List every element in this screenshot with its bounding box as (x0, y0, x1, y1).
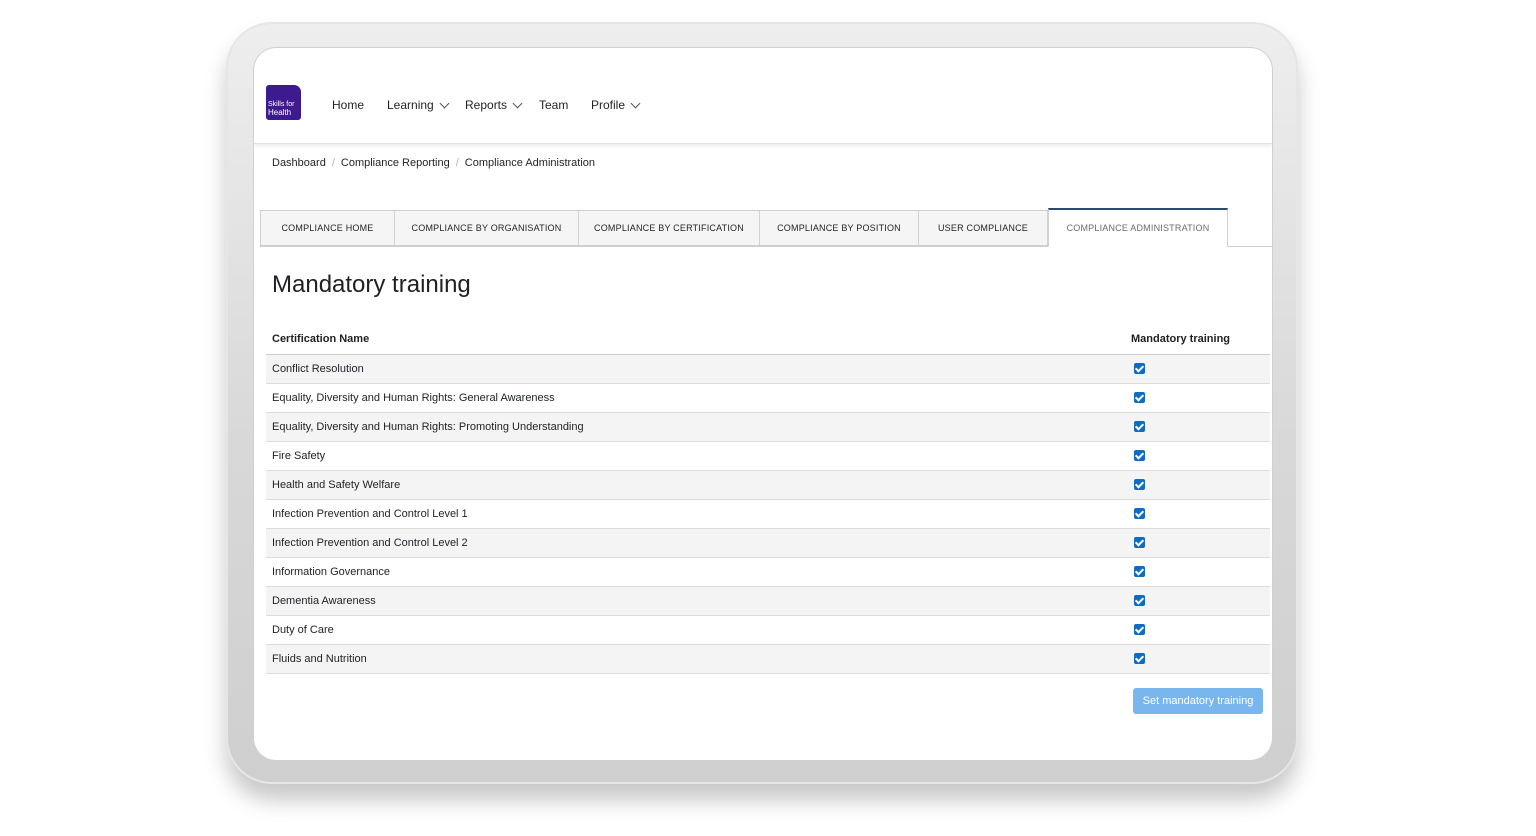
column-header-certification-name: Certification Name (272, 333, 370, 345)
breadcrumb-separator: / (331, 157, 335, 169)
tab-compliance-home[interactable]: COMPLIANCE HOME (260, 210, 395, 246)
nav-home[interactable]: Home (332, 98, 364, 112)
app-screen: Skills for Health Home Learning Reports … (254, 48, 1272, 760)
table-row: Infection Prevention and Control Level 2 (266, 529, 1270, 558)
nav-reports-label: Reports (465, 98, 508, 112)
certification-name: Health and Safety Welfare (272, 479, 401, 491)
mandatory-checkbox[interactable] (1134, 566, 1145, 577)
table-row: Infection Prevention and Control Level 1 (266, 500, 1270, 529)
nav-home-label: Home (332, 98, 365, 112)
table-row: Conflict Resolution (266, 355, 1270, 384)
mandatory-checkbox[interactable] (1134, 537, 1145, 548)
nav-reports[interactable]: Reports (465, 98, 523, 112)
table-row: Fire Safety (266, 442, 1270, 471)
nav-team[interactable]: Team (539, 98, 568, 112)
compliance-tabs: COMPLIANCE HOME COMPLIANCE BY ORGANISATI… (260, 208, 1272, 247)
breadcrumb-compliance-reporting[interactable]: Compliance Reporting (341, 157, 450, 169)
tab-compliance-by-position[interactable]: COMPLIANCE BY POSITION (759, 210, 919, 246)
table-row: Equality, Diversity and Human Rights: Ge… (266, 384, 1270, 413)
mandatory-checkbox[interactable] (1134, 595, 1145, 606)
tab-compliance-by-certification[interactable]: COMPLIANCE BY CERTIFICATION (578, 210, 760, 246)
table-row: Equality, Diversity and Human Rights: Pr… (266, 413, 1270, 442)
tab-compliance-by-organisation[interactable]: COMPLIANCE BY ORGANISATION (394, 210, 579, 246)
mandatory-checkbox[interactable] (1134, 508, 1145, 519)
column-header-mandatory-training: Mandatory training (1131, 333, 1231, 345)
page-title: Mandatory training (272, 271, 471, 298)
mandatory-checkbox[interactable] (1134, 392, 1145, 403)
certification-name: Conflict Resolution (272, 363, 364, 375)
chevron-down-icon (439, 98, 450, 108)
breadcrumb: Dashboard / Compliance Reporting / Compl… (272, 157, 595, 169)
chevron-down-icon (512, 98, 523, 108)
tab-user-compliance[interactable]: USER COMPLIANCE (918, 210, 1048, 246)
certification-name: Fire Safety (272, 450, 326, 462)
top-navbar: Skills for Health Home Learning Reports … (254, 70, 1272, 144)
nav-learning[interactable]: Learning (387, 98, 450, 112)
certification-name: Duty of Care (272, 624, 334, 636)
mandatory-checkbox[interactable] (1134, 421, 1145, 432)
nav-profile-label: Profile (591, 98, 626, 112)
breadcrumb-separator: / (455, 157, 459, 169)
certification-name: Infection Prevention and Control Level 2 (272, 537, 468, 549)
tab-compliance-administration[interactable]: COMPLIANCE ADMINISTRATION (1048, 208, 1228, 247)
breadcrumb-dashboard[interactable]: Dashboard (272, 157, 326, 169)
mandatory-checkbox[interactable] (1134, 653, 1145, 664)
nav-profile[interactable]: Profile (591, 98, 641, 112)
table-row: Duty of Care (266, 616, 1270, 645)
skills-for-health-logo[interactable]: Skills for Health (266, 85, 301, 120)
chevron-down-icon (630, 98, 641, 108)
certification-name: Dementia Awareness (272, 595, 376, 607)
logo-text-line2: Health (268, 108, 292, 117)
mandatory-checkbox[interactable] (1134, 479, 1145, 490)
mandatory-training-table: Certification Name Mandatory training Co… (266, 330, 1270, 674)
certification-name: Infection Prevention and Control Level 1 (272, 508, 468, 520)
table-row: Information Governance (266, 558, 1270, 587)
table-row: Fluids and Nutrition (266, 645, 1270, 674)
mandatory-checkbox[interactable] (1134, 450, 1145, 461)
table-header: Certification Name Mandatory training (266, 330, 1270, 355)
nav-team-label: Team (539, 98, 569, 112)
nav-learning-label: Learning (387, 98, 434, 112)
certification-name: Information Governance (272, 566, 391, 578)
table-row: Health and Safety Welfare (266, 471, 1270, 500)
certification-name: Equality, Diversity and Human Rights: Ge… (272, 392, 555, 404)
breadcrumb-compliance-administration: Compliance Administration (464, 157, 596, 169)
certification-name: Fluids and Nutrition (272, 653, 367, 665)
table-row: Dementia Awareness (266, 587, 1270, 616)
table-body: Conflict Resolution Equality, Diversity … (266, 355, 1270, 674)
set-mandatory-training-button[interactable]: Set mandatory training (1133, 688, 1263, 714)
certification-name: Equality, Diversity and Human Rights: Pr… (272, 421, 584, 433)
mandatory-checkbox[interactable] (1134, 363, 1145, 374)
mandatory-checkbox[interactable] (1134, 624, 1145, 635)
